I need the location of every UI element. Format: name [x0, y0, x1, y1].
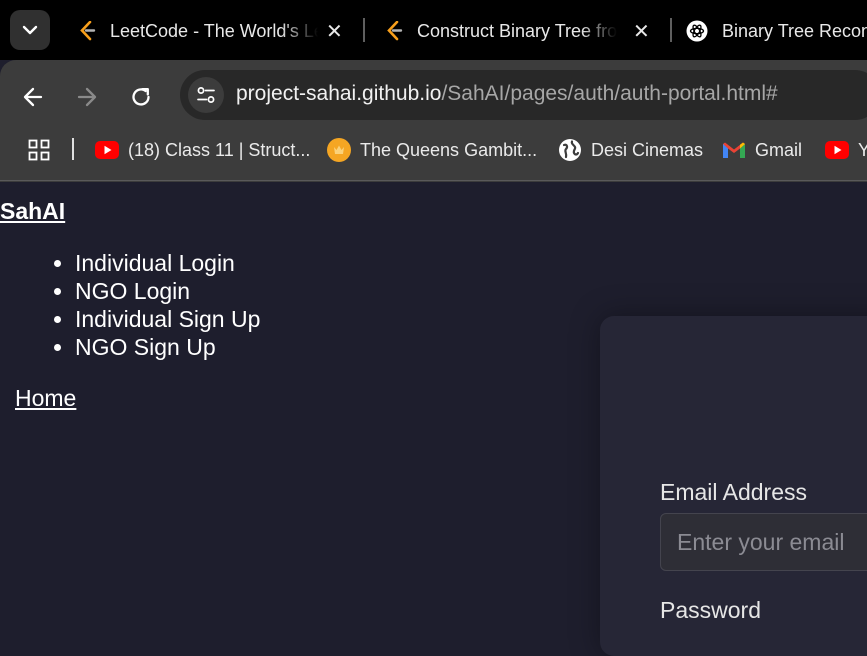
- forward-button[interactable]: [70, 80, 104, 114]
- apps-button[interactable]: [28, 139, 50, 166]
- bookmark-label: Y: [858, 139, 867, 160]
- url-text: project-sahai.github.io/SahAI/pages/auth…: [236, 82, 778, 106]
- tab-separator: [670, 18, 672, 42]
- forward-arrow-icon: [77, 87, 97, 107]
- nav-item-individual-sign-up[interactable]: Individual Sign Up: [75, 305, 260, 333]
- bookmark-desi-cinemas[interactable]: Desi Cinemas: [558, 137, 703, 163]
- tab-leetcode[interactable]: LeetCode - The World's Leading Online Pr…: [78, 12, 348, 50]
- bookmark-queens-gambit[interactable]: The Queens Gambit...: [327, 137, 537, 163]
- bookmark-label: Gmail: [755, 139, 803, 160]
- bookmark-class-11[interactable]: (18) Class 11 | Struct...: [95, 137, 310, 163]
- url-host: project-sahai.github.io: [236, 82, 442, 105]
- queens-gambit-icon: [327, 138, 351, 162]
- chevron-down-icon: [22, 25, 38, 35]
- youtube-icon: [825, 138, 849, 162]
- bookmark-label: Desi Cinemas: [591, 139, 704, 160]
- tab-binary-tree-reconstruction[interactable]: Binary Tree Reconstruction: [686, 12, 867, 50]
- page-content: SahAI Individual Login NGO Login Individ…: [0, 182, 867, 656]
- site-info-button[interactable]: [188, 77, 224, 113]
- leetcode-icon: [385, 21, 405, 41]
- tab-construct-binary-tree[interactable]: Construct Binary Tree from Preorder and …: [385, 12, 655, 50]
- brand-logo-link[interactable]: SahAI: [0, 198, 65, 225]
- tab-title: Construct Binary Tree from Preorder and …: [417, 20, 617, 41]
- reload-icon: [132, 88, 150, 106]
- chatgpt-icon: [686, 20, 708, 42]
- bookmark-youtube[interactable]: Y: [825, 137, 867, 163]
- nav-item-ngo-login[interactable]: NGO Login: [75, 277, 260, 305]
- back-arrow-icon: [23, 87, 43, 107]
- password-label: Password: [660, 597, 761, 623]
- toolbar-divider: [0, 180, 867, 181]
- gmail-icon: [722, 138, 746, 162]
- leetcode-icon: [78, 21, 98, 41]
- browser-toolbar: project-sahai.github.io/SahAI/pages/auth…: [0, 60, 867, 182]
- back-button[interactable]: [16, 80, 50, 114]
- bookmark-separator: [72, 138, 74, 160]
- reload-button[interactable]: [124, 80, 158, 114]
- email-field[interactable]: [660, 513, 867, 571]
- url-path: /SahAI/pages/auth/auth-portal.html#: [441, 82, 778, 105]
- site-settings-icon: [197, 87, 215, 103]
- nav-item-individual-login[interactable]: Individual Login: [75, 249, 260, 277]
- close-tab-icon[interactable]: ✕: [633, 19, 650, 44]
- bookmark-label: (18) Class 11 | Struct...: [128, 139, 311, 160]
- home-link[interactable]: Home: [15, 385, 76, 412]
- bookmark-label: The Queens Gambit...: [360, 139, 538, 160]
- tab-title: LeetCode - The World's Leading Online Pr…: [110, 20, 318, 41]
- nav-item-ngo-sign-up[interactable]: NGO Sign Up: [75, 333, 260, 361]
- tab-search-button[interactable]: [10, 10, 50, 50]
- login-form-card: Email Address Password: [600, 316, 867, 656]
- tab-separator: [363, 18, 365, 42]
- tab-title: Binary Tree Reconstruction: [722, 20, 867, 41]
- close-tab-icon[interactable]: ✕: [326, 19, 343, 44]
- auth-nav-list: Individual Login NGO Login Individual Si…: [0, 249, 260, 361]
- address-bar[interactable]: project-sahai.github.io/SahAI/pages/auth…: [180, 70, 867, 120]
- bookmark-gmail[interactable]: Gmail: [722, 137, 802, 163]
- apps-grid-icon: [28, 139, 50, 161]
- email-label: Email Address: [660, 479, 808, 505]
- globe-icon: [558, 138, 582, 162]
- tab-strip: LeetCode - The World's Leading Online Pr…: [0, 0, 867, 60]
- youtube-icon: [95, 138, 119, 162]
